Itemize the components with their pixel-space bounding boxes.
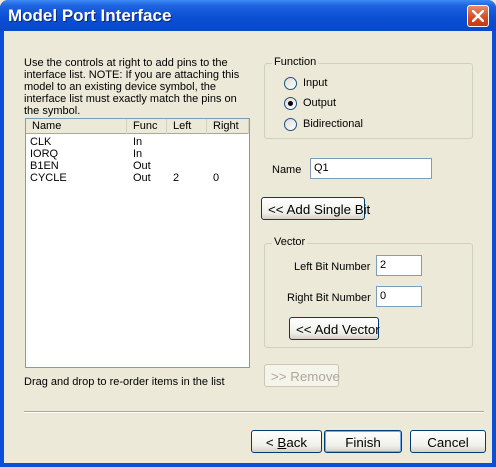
pin-list-row[interactable]: CYCLE Out 2 0 [26,172,249,184]
column-header-left[interactable]: Left [167,119,207,134]
pin-name: B1EN [30,160,59,172]
back-button[interactable]: < Back [251,430,322,453]
column-header-func[interactable]: Func [127,119,167,134]
pin-func: In [133,136,143,148]
pin-name: CYCLE [30,172,67,184]
window-title: Model Port Interface [8,6,172,25]
dialog-window: Model Port Interface Use the controls at… [0,0,496,467]
right-bit-label: Right Bit Number [287,292,371,304]
remove-button[interactable]: >> Remove [264,364,340,387]
pin-right: 0 [213,172,220,184]
title-bar[interactable]: Model Port Interface [0,0,496,31]
cancel-button[interactable]: Cancel [410,430,486,453]
name-input[interactable]: Q1 [310,158,432,179]
radio-selected-dot [288,101,293,106]
close-icon [472,10,484,22]
left-bit-input[interactable]: 2 [376,255,422,276]
add-vector-button[interactable]: << Add Vector [289,317,380,340]
vector-group-label: Vector [272,236,308,248]
back-mnemonic: B [277,435,287,450]
column-header-name[interactable]: Name [26,119,127,134]
radio-output-label[interactable]: Output [303,97,336,109]
pin-list-row[interactable]: IORQ In [26,148,249,160]
drag-hint-text: Drag and drop to re-order items in the l… [24,376,225,388]
pin-list-row[interactable]: CLK In [26,136,249,148]
name-label: Name [272,164,302,176]
pin-func: Out [133,172,151,184]
footer-separator [24,411,484,413]
radio-bidirectional[interactable] [284,118,297,131]
pin-list[interactable]: Name Func Left Right CLK In IORQ In B1EN… [25,118,250,368]
finish-button[interactable]: Finish [324,430,402,453]
back-prefix: < [265,435,278,450]
pin-list-header: Name Func Left Right [26,119,249,134]
pin-func: In [133,148,143,160]
radio-bidirectional-label[interactable]: Bidirectional [303,118,363,130]
pin-func: Out [133,160,151,172]
pin-left: 2 [173,172,180,184]
add-single-bit-button[interactable]: << Add Single Bit [261,197,370,220]
radio-input-label[interactable]: Input [303,77,327,89]
pin-name: CLK [30,136,52,148]
column-header-right[interactable]: Right [207,119,249,134]
pin-name: IORQ [30,148,59,160]
close-button[interactable] [467,5,489,27]
radio-output[interactable] [284,97,297,110]
back-rest: ack [286,435,308,450]
right-bit-input[interactable]: 0 [376,286,422,307]
function-group-label: Function [272,56,319,68]
instructions-text: Use the controls at right to add pins to… [24,57,240,117]
dialog-client-area: Use the controls at right to add pins to… [4,31,492,463]
pin-list-row[interactable]: B1EN Out [26,160,249,172]
left-bit-label: Left Bit Number [294,261,371,273]
radio-input[interactable] [284,77,297,90]
